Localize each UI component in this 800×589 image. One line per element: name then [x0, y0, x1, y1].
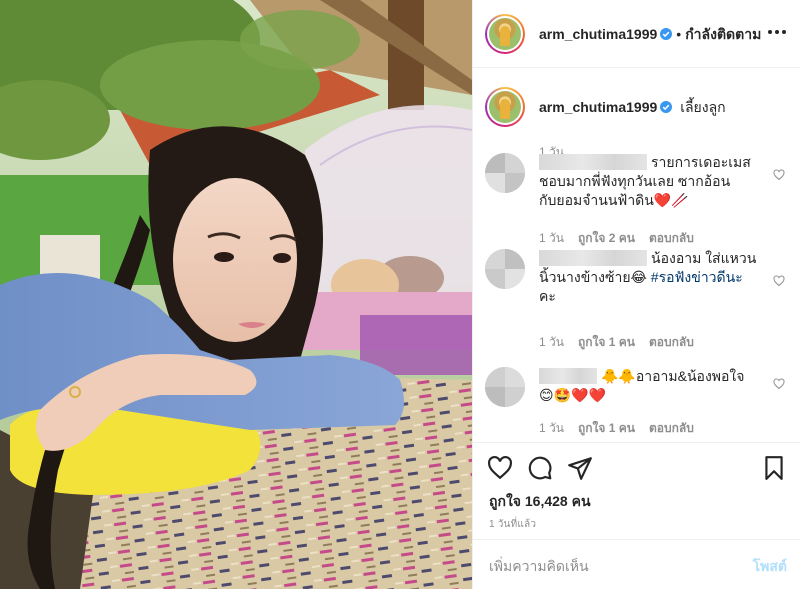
post-photo-illustration	[0, 0, 472, 589]
comment-text: รายการเดอะเมส ชอบมากพี่ฟังทุกวันเลย ซากอ…	[539, 154, 751, 208]
caption-username[interactable]: arm_chutima1999	[539, 99, 657, 115]
comment-likes[interactable]: ถูกใจ 1 คน	[578, 335, 635, 349]
verified-badge-icon	[660, 101, 673, 113]
commenter-avatar[interactable]	[485, 249, 525, 289]
reply-button[interactable]: ตอบกลับ	[649, 421, 694, 435]
post-comment-button[interactable]: โพสต์	[753, 556, 787, 578]
comment-like-heart-icon[interactable]	[773, 169, 785, 181]
caption-body: เลี้ยงลูก	[680, 99, 726, 115]
header-line: arm_chutima1999 • กำลังติดตาม	[539, 24, 761, 46]
comment-meta: 1 วัน ถูกใจ 1 คน ตอบกลับ	[539, 419, 708, 438]
commenter-avatar[interactable]	[485, 153, 525, 193]
comment-time[interactable]: 1 วัน	[539, 231, 564, 245]
author-username[interactable]: arm_chutima1999	[539, 26, 657, 42]
comments-list[interactable]: arm_chutima1999 เลี้ยงลูก 1 วัน รายการเด…	[473, 69, 800, 442]
more-horizontal-icon	[768, 30, 786, 34]
comment-meta: 1 วัน ถูกใจ 2 คน ตอบกลับ	[539, 229, 708, 248]
verified-badge-icon	[660, 28, 673, 40]
comment-time[interactable]: 1 วัน	[539, 421, 564, 435]
reply-button[interactable]: ตอบกลับ	[649, 231, 694, 245]
comment-meta: 1 วัน ถูกใจ 1 คน ตอบกลับ	[539, 333, 708, 352]
post-photo[interactable]	[0, 0, 472, 589]
share-icon[interactable]	[567, 455, 593, 481]
comment-icon[interactable]	[527, 455, 553, 481]
comment-like-heart-icon[interactable]	[773, 378, 785, 390]
post-actions: ถูกใจ 16,428 คน 1 วันที่แล้ว เพิ่มความคิ…	[473, 442, 800, 589]
comment-text: น้องอาม ใส่แหวน นิ้วนางข้างซ้าย😂 #รอฟังข…	[539, 250, 757, 304]
hashtag-link[interactable]: #รอฟังข่าวดีนะ	[651, 269, 743, 285]
instagram-post: arm_chutima1999 • กำลังติดตาม arm_chutima1…	[0, 0, 800, 589]
comment-likes[interactable]: ถูกใจ 1 คน	[578, 421, 635, 435]
author-avatar[interactable]	[485, 14, 525, 54]
post-header: arm_chutima1999 • กำลังติดตาม	[473, 0, 800, 68]
bookmark-icon[interactable]	[761, 455, 787, 481]
heart-icon[interactable]	[487, 455, 513, 481]
comment-input[interactable]: เพิ่มความคิดเห็น	[489, 556, 589, 578]
likes-count[interactable]: ถูกใจ 16,428 คน	[489, 491, 591, 513]
caption-avatar[interactable]	[485, 87, 525, 127]
more-options-button[interactable]	[767, 22, 787, 42]
comment-like-heart-icon[interactable]	[773, 275, 785, 287]
caption-text: arm_chutima1999 เลี้ยงลูก	[539, 97, 726, 119]
post-side-panel: arm_chutima1999 • กำลังติดตาม arm_chutima1…	[472, 0, 800, 589]
comment-likes[interactable]: ถูกใจ 2 คน	[578, 231, 635, 245]
reply-button[interactable]: ตอบกลับ	[649, 335, 694, 349]
header-separator: •	[676, 26, 682, 42]
commenter-avatar[interactable]	[485, 367, 525, 407]
add-comment-bar: เพิ่มความคิดเห็น โพสต์	[473, 539, 800, 589]
comment-time[interactable]: 1 วัน	[539, 335, 564, 349]
comment-text: 🐥🐥อาอาม&น้องพอใจ 😊🤩❤️❤️	[539, 368, 745, 403]
post-timestamp[interactable]: 1 วันที่แล้ว	[489, 517, 536, 532]
following-button[interactable]: กำลังติดตาม	[685, 26, 761, 42]
